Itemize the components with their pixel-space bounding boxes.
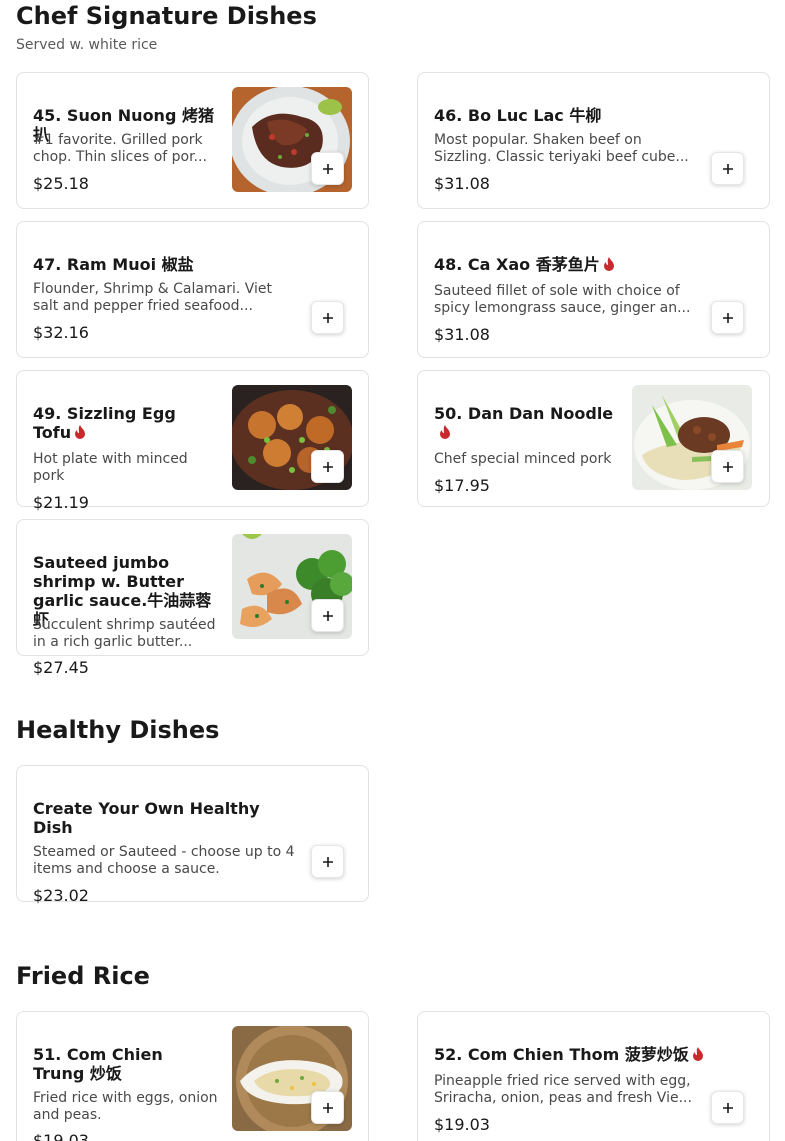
section-title-healthy: Healthy Dishes: [16, 716, 220, 744]
item-price: $19.03: [33, 1131, 89, 1141]
item-title: 47. Ram Muoi 椒盐: [33, 255, 194, 274]
item-price: $27.45: [33, 658, 89, 677]
item-title: 52. Com Chien Thom 菠萝炒饭: [434, 1045, 689, 1064]
plus-icon: [322, 461, 333, 472]
plus-icon: [322, 610, 333, 621]
flame-icon: [440, 425, 450, 439]
plus-icon: [722, 461, 733, 472]
add-button[interactable]: [311, 1091, 344, 1124]
section-title-fried-rice: Fried Rice: [16, 962, 150, 990]
item-description: Chef special minced pork: [434, 451, 612, 467]
menu-item-card[interactable]: 52. Com Chien Thom 菠萝炒饭 Pineapple fried …: [417, 1011, 770, 1141]
add-button[interactable]: [311, 301, 344, 334]
item-description: Steamed or Sauteed - choose up to 4 item…: [33, 844, 295, 877]
menu-item-card[interactable]: 46. Bo Luc Lac 牛柳 Most popular. Shaken b…: [417, 72, 770, 209]
flame-icon: [603, 257, 614, 271]
plus-icon: [322, 856, 333, 867]
item-description: Hot plate with minced pork: [33, 451, 188, 484]
plus-icon: [722, 163, 733, 174]
item-title-row: 49. Sizzling Egg Tofu: [33, 404, 213, 442]
section-subtitle-chef: Served w. white rice: [16, 37, 158, 53]
add-button[interactable]: [311, 599, 344, 632]
item-price: $32.16: [33, 323, 89, 342]
plus-icon: [722, 1102, 733, 1113]
add-button[interactable]: [311, 152, 344, 185]
menu-item-card[interactable]: Sauteed jumbo shrimp w. Butter garlic sa…: [16, 519, 369, 677]
item-price: $23.02: [33, 886, 89, 905]
add-button[interactable]: [711, 152, 744, 185]
add-button[interactable]: [711, 1091, 744, 1124]
add-button[interactable]: [311, 450, 344, 483]
add-button[interactable]: [711, 450, 744, 483]
menu-item-card[interactable]: Create Your Own Healthy Dish Steamed or …: [16, 765, 369, 905]
item-description: Flounder, Shrimp & Calamari. Viet salt a…: [33, 281, 273, 314]
menu-item-card[interactable]: 48. Ca Xao 香茅鱼片 Sauteed fillet of sole w…: [417, 221, 770, 358]
item-price: $17.95: [434, 476, 490, 495]
item-price: $19.03: [434, 1115, 490, 1134]
item-price: $31.08: [434, 174, 490, 193]
plus-icon: [322, 1102, 333, 1113]
item-description: Fried rice with eggs, onion and peas.: [33, 1090, 218, 1123]
flame-icon: [692, 1047, 703, 1061]
add-button[interactable]: [311, 845, 344, 878]
section-title-chef: Chef Signature Dishes: [16, 2, 317, 30]
plus-icon: [722, 312, 733, 323]
item-title: 49. Sizzling Egg Tofu: [33, 404, 176, 442]
item-title-row: 52. Com Chien Thom 菠萝炒饭: [434, 1045, 704, 1064]
flame-icon: [75, 425, 86, 439]
plus-icon: [322, 163, 333, 174]
item-description: #1 favorite. Grilled pork chop. Thin sli…: [33, 132, 207, 165]
item-title: Create Your Own Healthy Dish: [33, 799, 260, 837]
item-price: $25.18: [33, 174, 89, 193]
add-button[interactable]: [711, 301, 744, 334]
item-price: $31.08: [434, 325, 490, 344]
menu-item-card[interactable]: 51. Com Chien Trung 炒饭 Fried rice with e…: [16, 1011, 369, 1141]
menu-item-card[interactable]: 49. Sizzling Egg Tofu Hot plate with min…: [16, 370, 369, 512]
item-title: 51. Com Chien Trung 炒饭: [33, 1045, 163, 1083]
item-description: Sauteed fillet of sole with choice of sp…: [434, 283, 691, 316]
item-description: Succulent shrimp sautéed in a rich garli…: [33, 617, 216, 650]
menu-item-card[interactable]: 47. Ram Muoi 椒盐 Flounder, Shrimp & Calam…: [16, 221, 369, 358]
plus-icon: [322, 312, 333, 323]
item-description: Pineapple fried rice served with egg, Sr…: [434, 1073, 692, 1106]
menu-item-card[interactable]: 45. Suon Nuong 烤猪扒 #1 favorite. Grilled …: [16, 72, 369, 209]
item-title-row: 48. Ca Xao 香茅鱼片: [434, 255, 704, 274]
item-title: 48. Ca Xao 香茅鱼片: [434, 255, 600, 274]
item-title: 50. Dan Dan Noodle: [434, 404, 614, 423]
item-price: $21.19: [33, 493, 89, 512]
item-description: Most popular. Shaken beef on Sizzling. C…: [434, 132, 689, 165]
item-title: 46. Bo Luc Lac 牛柳: [434, 106, 602, 125]
item-title-row: 50. Dan Dan Noodle: [434, 404, 624, 442]
menu-item-card[interactable]: 50. Dan Dan Noodle Chef special minced p…: [417, 370, 770, 507]
